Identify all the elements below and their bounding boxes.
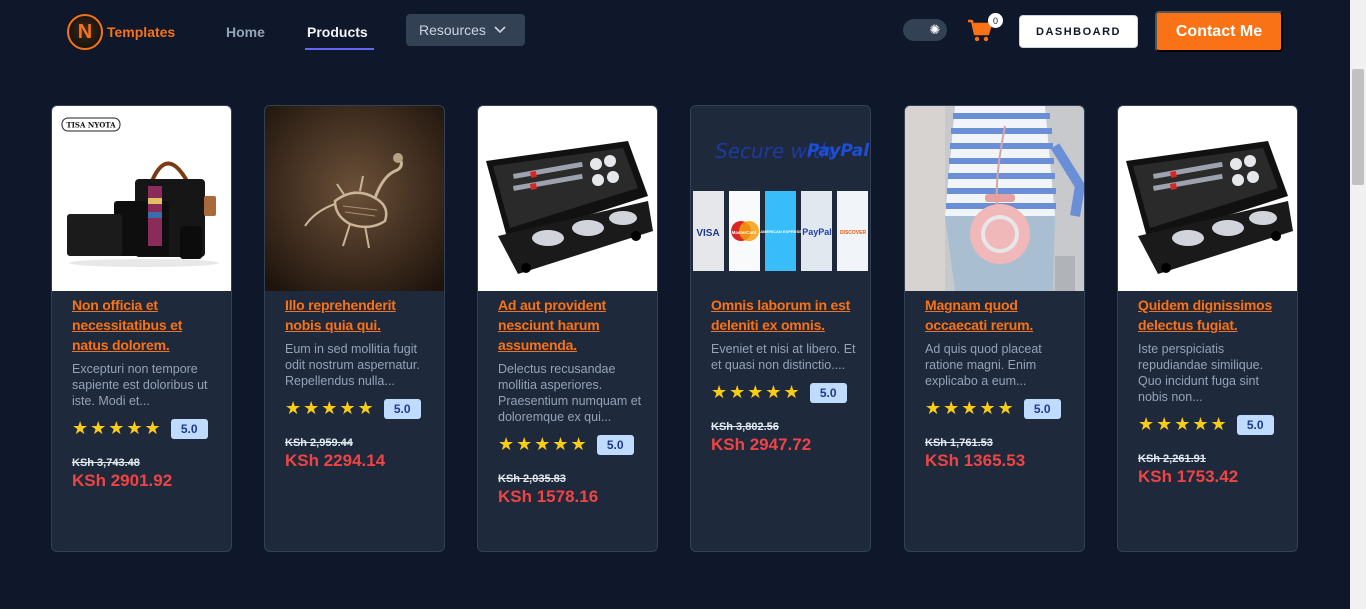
product-image-paypal[interactable]: Secure with PayPal VISA MasterCard AMERI…	[691, 106, 870, 291]
original-price: KSh 1,761.53	[925, 437, 993, 449]
rating-badge: 5.0	[383, 399, 421, 419]
product-title-link[interactable]: Non officia et necessitatibus et natus d…	[72, 295, 222, 355]
card-mastercard: MasterCard	[732, 230, 757, 235]
logo-link[interactable]: N Templates	[67, 14, 175, 50]
cart-count-badge: 0	[988, 13, 1003, 28]
paypal-text: PayPal	[807, 141, 870, 161]
logo-text: Templates	[107, 24, 176, 40]
rating-row: ★★★★★ 5.0	[711, 383, 861, 403]
logo-icon: N	[67, 14, 103, 50]
dashboard-button[interactable]: DASHBOARD	[1019, 15, 1138, 48]
product-card[interactable]: Illo reprehenderit nobis quia qui. Eum i…	[264, 105, 445, 552]
product-image-dumbbell-case[interactable]	[478, 106, 657, 291]
product-card[interactable]: Quidem dignissimos delectus fugiat. Iste…	[1117, 105, 1298, 552]
sale-price: KSh 2901.92	[72, 471, 173, 490]
product-card[interactable]: Secure with PayPal VISA MasterCard AMERI…	[690, 105, 871, 552]
sale-price: KSh 1753.42	[1138, 467, 1239, 486]
active-nav-underline	[305, 48, 374, 50]
product-image-fossil[interactable]	[265, 106, 444, 291]
product-card-body: Non officia et necessitatibus et natus d…	[72, 295, 222, 491]
product-description: Eum in sed mollitia fugit odit nostrum a…	[285, 342, 420, 388]
original-price: KSh 3,743.48	[72, 457, 140, 469]
card-amex: AMERICAN EXPRESS	[760, 229, 802, 234]
rating-badge: 5.0	[596, 435, 634, 455]
resources-dropdown[interactable]: Resources	[406, 14, 525, 46]
card-discover: DISCOVER	[840, 230, 867, 236]
navbar: N Templates Home Products Resources ✺ 0 …	[0, 0, 1350, 64]
product-title-link[interactable]: Illo reprehenderit nobis quia qui.	[285, 295, 435, 335]
card-visa: VISA	[696, 228, 719, 239]
product-title-link[interactable]: Ad aut provident nesciunt harum assumend…	[498, 295, 648, 355]
product-card-body: Quidem dignissimos delectus fugiat. Iste…	[1138, 295, 1288, 487]
product-image-handbag[interactable]: TISA NYOTA	[52, 106, 231, 291]
original-price: KSh 2,959.44	[285, 437, 353, 449]
scrollbar-thumb[interactable]	[1352, 69, 1364, 185]
product-card-body: Ad aut provident nesciunt harum assumend…	[498, 295, 648, 507]
product-description: Delectus recusandae mollitia asperiores.…	[498, 362, 642, 424]
product-card[interactable]: Ad aut provident nesciunt harum assumend…	[477, 105, 658, 552]
sale-price: KSh 2947.72	[711, 435, 812, 454]
contact-me-button[interactable]: Contact Me	[1155, 11, 1283, 52]
theme-toggle[interactable]: ✺	[903, 19, 947, 41]
rating-badge: 5.0	[1023, 399, 1061, 419]
star-rating-icons: ★★★★★	[72, 418, 163, 439]
product-description: Iste perspiciatis repudiandae similique.…	[1138, 342, 1264, 404]
product-title-link[interactable]: Magnam quod occaecati rerum.	[925, 295, 1075, 335]
star-rating-icons: ★★★★★	[711, 382, 802, 403]
nav-products-link[interactable]: Products	[307, 24, 368, 40]
product-title-link[interactable]: Quidem dignissimos delectus fugiat.	[1138, 295, 1288, 335]
chevron-down-icon	[494, 26, 506, 34]
sun-icon: ✺	[929, 22, 941, 38]
rating-badge: 5.0	[1236, 415, 1274, 435]
product-card-body: Omnis laborum in est deleniti ex omnis. …	[711, 295, 861, 455]
original-price: KSh 2,261.91	[1138, 453, 1206, 465]
rating-row: ★★★★★ 5.0	[498, 435, 648, 455]
original-price: KSh 2,035.83	[498, 473, 566, 485]
nav-home-link[interactable]: Home	[226, 24, 265, 40]
product-card[interactable]: Magnam quod occaecati rerum. Ad quis quo…	[904, 105, 1085, 552]
original-price: KSh 3,802.56	[711, 421, 779, 433]
sale-price: KSh 1578.16	[498, 487, 599, 506]
product-image-shoulder-bag[interactable]	[905, 106, 1084, 291]
rating-badge: 5.0	[809, 383, 847, 403]
star-rating-icons: ★★★★★	[925, 398, 1016, 419]
rating-row: ★★★★★ 5.0	[285, 399, 435, 419]
product-description: Eveniet et nisi at libero. Et et quasi n…	[711, 342, 856, 372]
product-description: Excepturi non tempore sapiente est dolor…	[72, 362, 208, 408]
star-rating-icons: ★★★★★	[1138, 414, 1229, 435]
sale-price: KSh 1365.53	[925, 451, 1026, 470]
rating-row: ★★★★★ 5.0	[925, 399, 1075, 419]
sale-price: KSh 2294.14	[285, 451, 386, 470]
rating-row: ★★★★★ 5.0	[1138, 415, 1288, 435]
star-rating-icons: ★★★★★	[285, 398, 376, 419]
rating-row: ★★★★★ 5.0	[72, 419, 222, 439]
product-title-link[interactable]: Omnis laborum in est deleniti ex omnis.	[711, 295, 861, 335]
product-card-body: Magnam quod occaecati rerum. Ad quis quo…	[925, 295, 1075, 471]
rating-badge: 5.0	[170, 419, 208, 439]
product-image-dumbbell-case[interactable]	[1118, 106, 1297, 291]
product-description: Ad quis quod placeat ratione magni. Enim…	[925, 342, 1042, 388]
card-paypal: PayPal	[802, 227, 832, 237]
brand-label: TISA NYOTA	[66, 121, 116, 130]
product-card-body: Illo reprehenderit nobis quia qui. Eum i…	[285, 295, 435, 471]
product-card[interactable]: TISA NYOTA Non officia et necessitatibus…	[51, 105, 232, 552]
star-rating-icons: ★★★★★	[498, 434, 589, 455]
resources-label: Resources	[419, 22, 486, 38]
